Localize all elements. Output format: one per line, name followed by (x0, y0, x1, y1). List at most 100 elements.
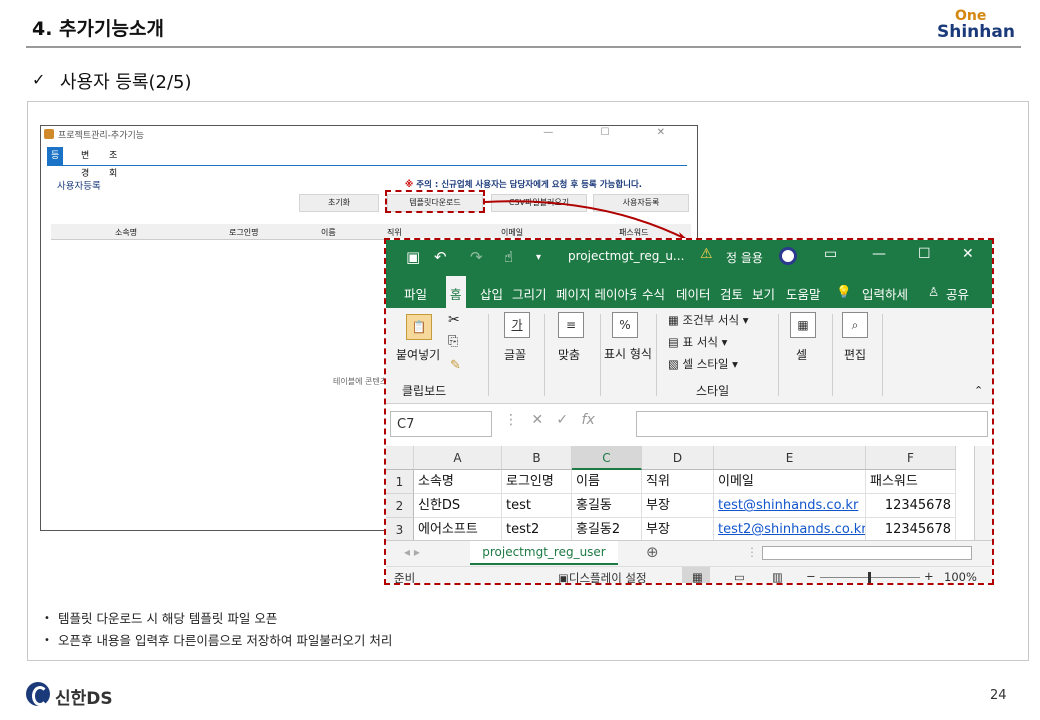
fx-icon[interactable]: fx (582, 412, 595, 428)
table-cell[interactable]: 에어소프트 (414, 518, 502, 542)
table-cell[interactable]: test2 (502, 518, 572, 542)
copy-icon[interactable]: ⎘ (448, 334, 458, 349)
menu-tab-file[interactable]: 파일 (404, 284, 427, 303)
ribbon-display-icon[interactable]: ▭ (824, 246, 837, 262)
cells-group-label[interactable]: 셀 (796, 346, 807, 363)
footer-brand: 신한DS (55, 689, 113, 709)
sheet-tab[interactable]: projectmgt_reg_user (470, 541, 618, 565)
search-icon[interactable]: ⌕ (842, 312, 868, 338)
maximize-icon[interactable]: ☐ (918, 246, 931, 262)
close-icon[interactable]: ✕ (962, 246, 974, 262)
add-sheet-icon[interactable]: ⊕ (646, 543, 659, 561)
font-group-label[interactable]: 글꼴 (504, 346, 526, 363)
undo-icon[interactable]: ↶ (434, 248, 447, 266)
menu-tab-formulas[interactable]: 수식 (642, 284, 665, 303)
menu-tab-data[interactable]: 데이터 (676, 284, 711, 303)
save-icon[interactable]: ▣ (406, 248, 420, 266)
table-cell[interactable]: 이름 (572, 470, 642, 494)
menu-tab-home[interactable]: 홈 (446, 276, 466, 308)
table-cell[interactable]: test (502, 494, 572, 518)
col-header-a[interactable]: A (414, 446, 502, 470)
table-cell[interactable]: 직위 (642, 470, 714, 494)
tell-me-box[interactable]: 입력하세 (862, 284, 908, 303)
tab-underline (47, 165, 687, 166)
window-controls[interactable]: — ☐ ✕ (543, 127, 687, 138)
grid-col-name: 이름 (321, 228, 336, 237)
customize-qat-icon[interactable]: ▾ (536, 252, 541, 263)
split-handle-icon[interactable]: ⋮ (746, 545, 758, 559)
table-cell[interactable]: 로그인명 (502, 470, 572, 494)
sheet-nav-arrows-icon[interactable]: ◂ ▸ (404, 545, 420, 559)
table-format-button[interactable]: ▤ 표 서식 ▾ (668, 334, 727, 350)
col-header-b[interactable]: B (502, 446, 572, 470)
app-icon (44, 129, 54, 139)
cell-style-button[interactable]: ▧ 셀 스타일 ▾ (668, 356, 738, 372)
table-cell[interactable]: 홍길동 (572, 494, 642, 518)
page-layout-view-icon[interactable]: ▭ (734, 570, 745, 583)
redo-icon[interactable]: ↷ (470, 248, 483, 266)
excel-user-name[interactable]: 정 을용 (726, 249, 763, 266)
col-header-c[interactable]: C (572, 446, 642, 470)
col-header-f[interactable]: F (866, 446, 956, 470)
collapse-ribbon-icon[interactable]: ⌃ (974, 384, 983, 397)
cut-icon[interactable]: ✂ (448, 312, 460, 328)
select-all-corner[interactable] (386, 446, 414, 470)
col-header-e[interactable]: E (714, 446, 866, 470)
user-register-button[interactable]: 사용자등록 (593, 194, 689, 212)
table-cell[interactable]: 부장 (642, 518, 714, 542)
minimize-icon[interactable]: — (872, 246, 886, 262)
table-cell[interactable]: 12345678 (866, 518, 956, 542)
col-header-d[interactable]: D (642, 446, 714, 470)
menu-tab-insert[interactable]: 삽입 (480, 284, 503, 303)
reset-button[interactable]: 초기화 (299, 194, 379, 212)
zoom-slider-thumb[interactable] (868, 572, 871, 583)
tab-register[interactable]: 등록 (47, 147, 64, 179)
paste-label[interactable]: 붙여넣기 (396, 346, 440, 363)
table-cell[interactable]: 12345678 (866, 494, 956, 518)
normal-view-glyph: ▦ (692, 570, 703, 584)
cells-icon[interactable]: ▦ (790, 312, 816, 338)
user-avatar[interactable] (779, 247, 797, 265)
font-icon[interactable]: 가 (504, 312, 530, 338)
menu-tab-draw[interactable]: 그리기 (512, 284, 547, 303)
paste-icon[interactable]: 📋 (406, 314, 432, 340)
editing-group-label[interactable]: 편집 (844, 346, 866, 363)
name-box[interactable]: C7 (390, 411, 492, 437)
table-cell[interactable]: 패스워드 (866, 470, 956, 494)
zoom-in-icon[interactable]: + (924, 569, 934, 583)
vertical-scrollbar[interactable] (974, 446, 992, 544)
touch-mode-icon[interactable]: ☝ (504, 248, 513, 266)
excel-window: ▣ ↶ ↷ ☝ ▾ projectmgt_reg_u... ⚠ 정 을용 ▭ —… (384, 238, 994, 585)
page-break-view-icon[interactable]: ▥ (772, 570, 783, 583)
menu-tab-review[interactable]: 검토 (720, 284, 743, 303)
number-format-label[interactable]: 표시 형식 (604, 346, 652, 363)
table-cell[interactable]: 이메일 (714, 470, 866, 494)
share-button[interactable]: 공유 (946, 284, 969, 303)
zoom-out-icon[interactable]: − (806, 569, 816, 583)
formula-input[interactable] (636, 411, 988, 437)
align-icon[interactable]: ≡ (558, 312, 584, 338)
format-painter-icon[interactable]: ✎ (450, 358, 461, 373)
horizontal-scrollbar[interactable] (762, 546, 972, 560)
menu-tab-page-layout[interactable]: 페이지 레이아웃 (556, 284, 636, 303)
sheet-tab-bar: ◂ ▸ projectmgt_reg_user ⊕ ⋮ (386, 540, 992, 566)
email-link-cell[interactable]: test@shinhands.co.kr (714, 494, 866, 518)
email-link-cell[interactable]: test2@shinhands.co.kr (714, 518, 866, 542)
table-cell[interactable]: 소속명 (414, 470, 502, 494)
row-header[interactable]: 1 (386, 470, 414, 494)
display-settings-button[interactable]: ▣디스플레이 설정 (558, 570, 647, 583)
table-cell[interactable]: 홍길동2 (572, 518, 642, 542)
menu-tab-help[interactable]: 도움말 (786, 284, 821, 303)
alignment-group-label[interactable]: 맞춤 (558, 346, 580, 363)
row-header[interactable]: 2 (386, 494, 414, 518)
conditional-format-button[interactable]: ▦ 조건부 서식 ▾ (668, 312, 749, 328)
tab-view[interactable]: 조회 (105, 147, 121, 179)
tab-change[interactable]: 변경 (77, 147, 93, 179)
csv-load-button[interactable]: CSV파일불러오기 (491, 194, 587, 212)
table-cell[interactable]: 신한DS (414, 494, 502, 518)
table-cell[interactable]: 부장 (642, 494, 714, 518)
zoom-level[interactable]: 100% (944, 570, 977, 583)
percent-icon[interactable]: % (612, 312, 638, 338)
menu-tab-view[interactable]: 보기 (752, 284, 775, 303)
row-header[interactable]: 3 (386, 518, 414, 542)
